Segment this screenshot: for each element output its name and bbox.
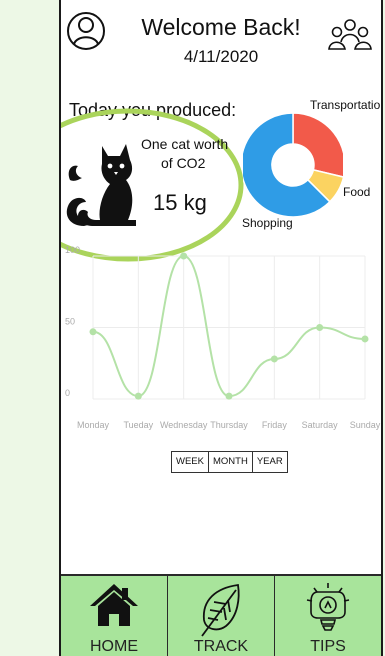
data-point <box>134 392 142 400</box>
cat-icon <box>66 144 136 226</box>
nav-home-label: HOME <box>90 638 138 655</box>
nav-home[interactable]: HOME <box>61 576 168 656</box>
range-toggle: WEEK MONTH YEAR <box>171 451 288 473</box>
range-week-button[interactable]: WEEK <box>172 452 209 472</box>
category-donut <box>243 112 343 218</box>
nav-track[interactable]: TRACK <box>168 576 275 656</box>
x-tick-label: Tueday <box>123 420 153 430</box>
produced-intro: Today you produced: <box>69 100 237 120</box>
data-point <box>89 328 97 336</box>
app-screen: Welcome Back! 4/11/2020 Today you produc… <box>59 0 383 656</box>
leaf-icon <box>201 583 240 637</box>
data-point <box>316 324 324 331</box>
x-tick-label: Wednesday <box>160 420 208 430</box>
y-tick-label: 50 <box>65 317 75 327</box>
nav-tips[interactable]: TIPS <box>275 576 381 656</box>
donut-label-shopping: Shopping <box>242 216 293 230</box>
lightbulb-icon <box>306 583 350 631</box>
range-year-button[interactable]: YEAR <box>253 452 287 472</box>
home-icon <box>90 584 138 626</box>
cat-equivalent-line1: One cat worth <box>141 136 229 152</box>
y-tick-label: 100 <box>65 245 80 255</box>
donut-slice-transportation[interactable] <box>292 112 343 178</box>
x-tick-label: Sunday <box>350 420 381 430</box>
nav-tips-label: TIPS <box>310 638 346 655</box>
donut-label-transportation: Transportation <box>310 98 383 112</box>
data-point <box>361 335 369 343</box>
donut-label-food: Food <box>343 185 371 199</box>
nav-track-label: TRACK <box>193 638 249 655</box>
data-point <box>225 392 233 400</box>
co2-amount: 15 kg <box>153 190 207 215</box>
x-tick-label: Thursday <box>210 420 248 430</box>
bottom-nav: HOME TRACK TIPS <box>61 574 381 656</box>
y-tick-label: 0 <box>65 388 70 398</box>
x-tick-label: Monday <box>77 420 110 430</box>
data-point <box>180 252 188 260</box>
weekly-co2-chart: 0 50 100 Monday Tueday Wednesday Thursday Frida… <box>65 245 381 430</box>
data-point <box>270 355 278 363</box>
range-month-button[interactable]: MONTH <box>209 452 253 472</box>
group-icon[interactable] <box>327 18 373 52</box>
x-tick-label: Friday <box>262 420 288 430</box>
x-tick-label: Saturday <box>302 420 339 430</box>
cat-equivalent-line2: of CO2 <box>161 155 206 171</box>
